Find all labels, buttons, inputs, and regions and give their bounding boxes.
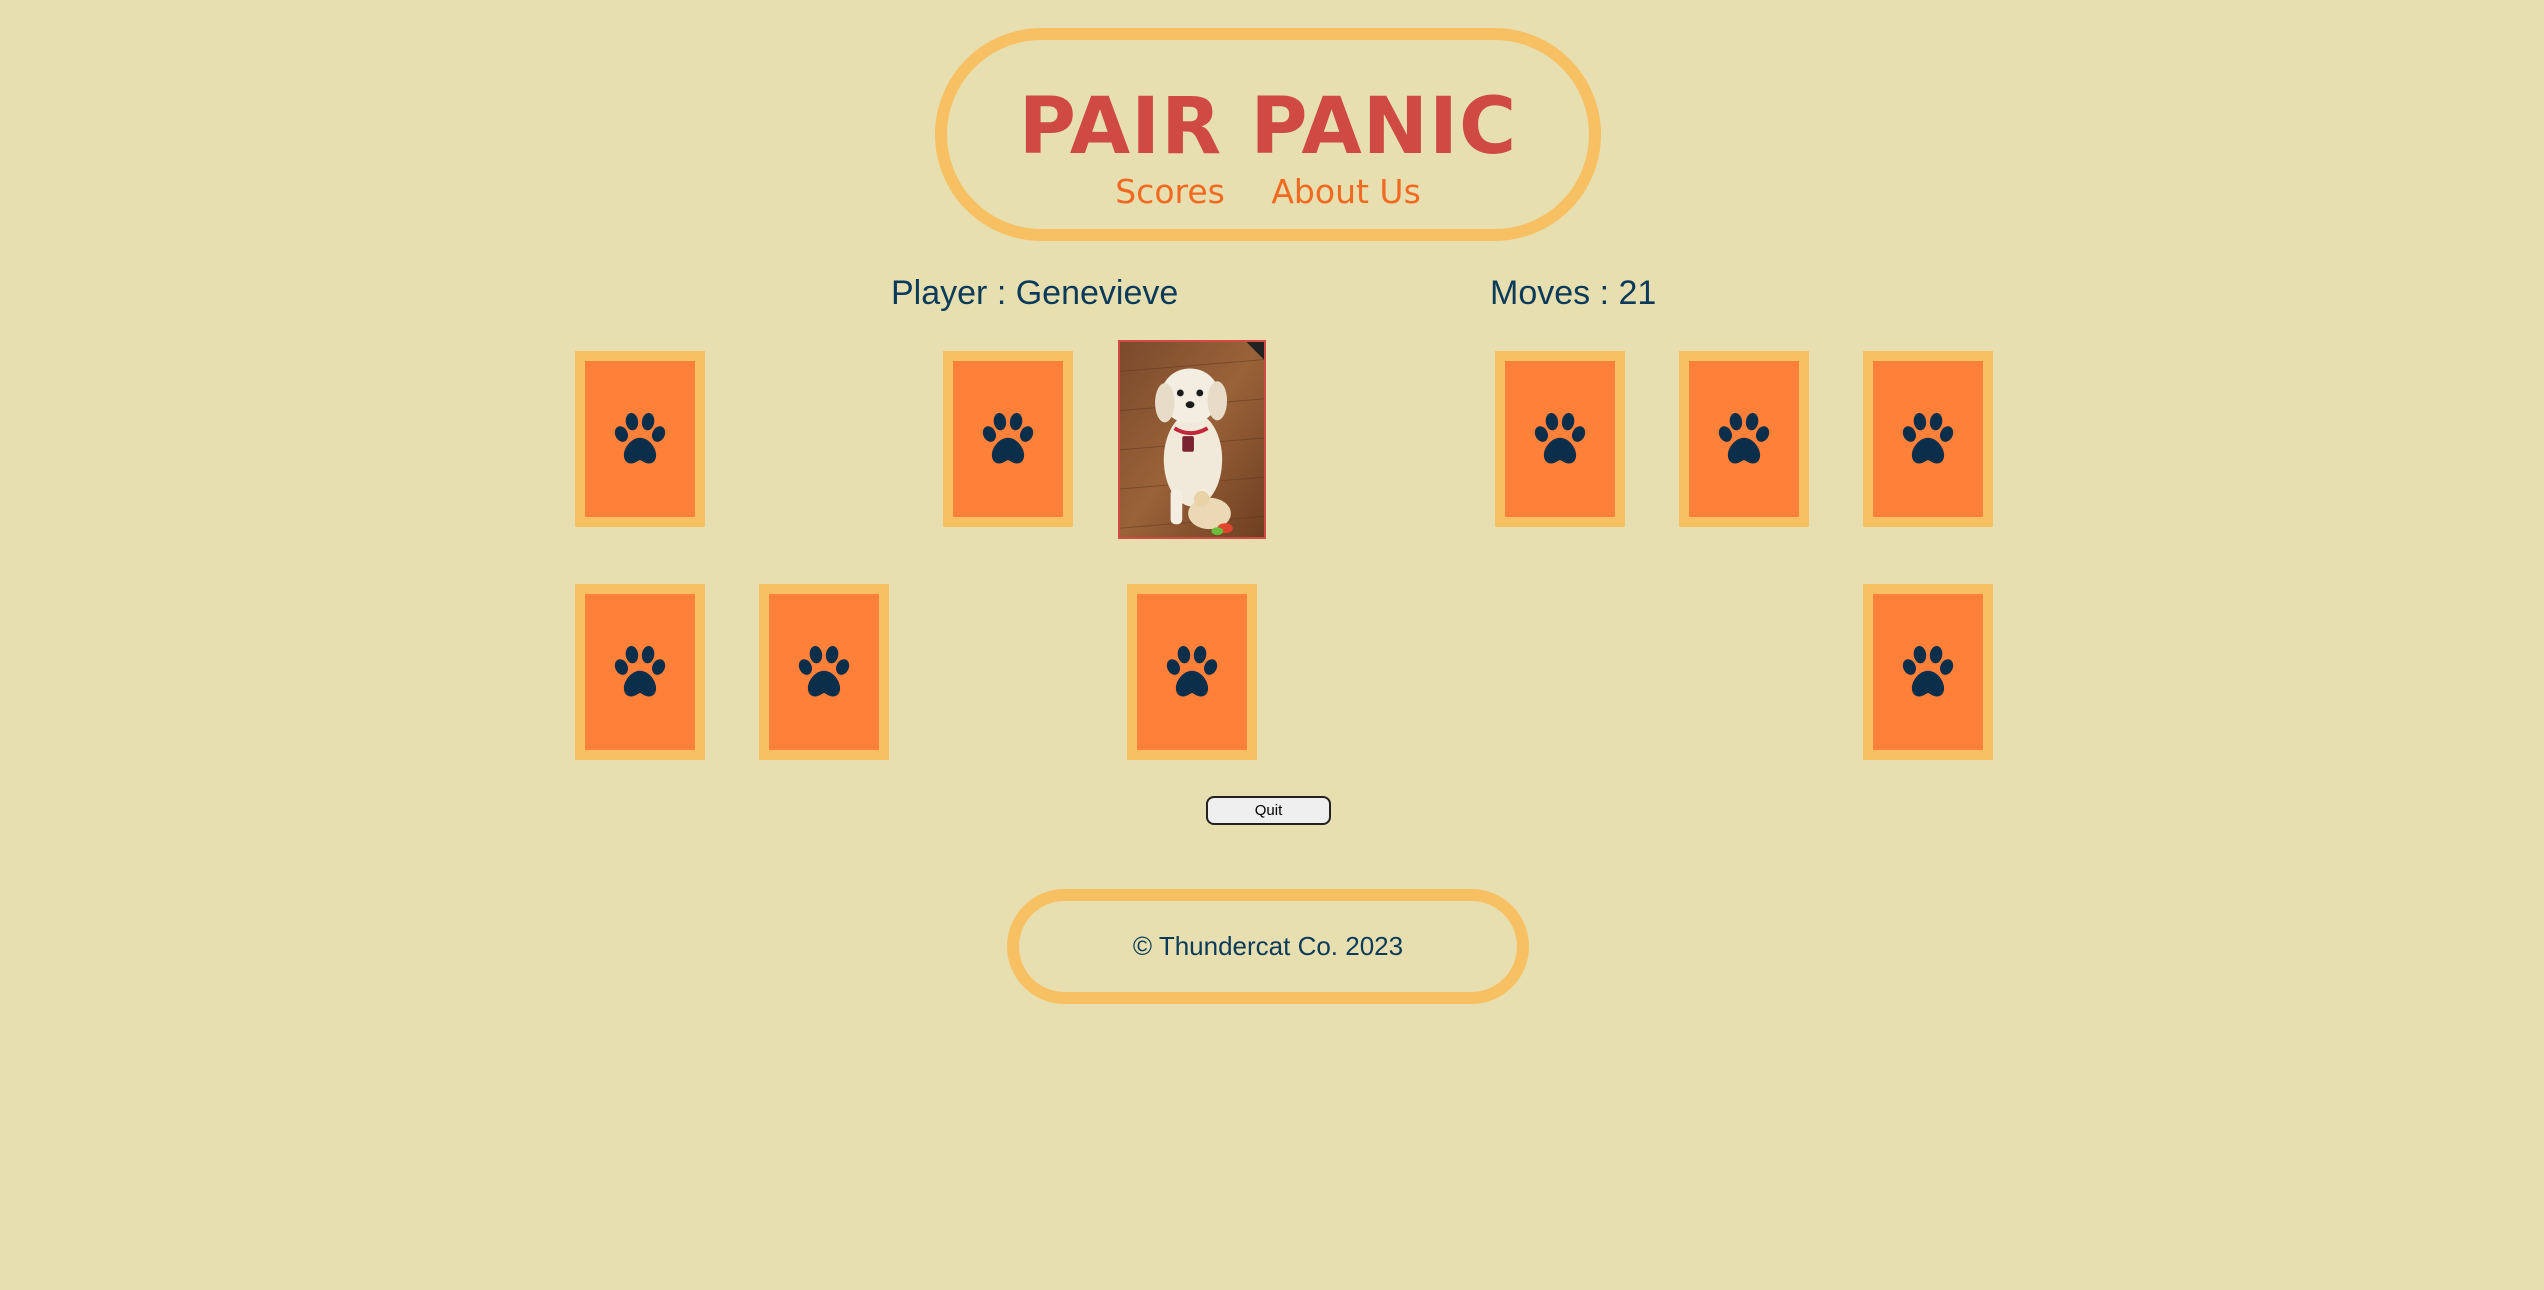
footer: © Thundercat Co. 2023 [1007,889,1529,1004]
paw-icon [1166,646,1218,697]
face-down-card[interactable] [1127,584,1257,760]
face-down-card[interactable] [1863,584,1993,760]
paw-icon [1534,413,1586,464]
paw-icon [1902,646,1954,697]
paw-icon [1902,413,1954,464]
face-down-card[interactable] [575,584,705,760]
header-banner: PAIR PANIC Scores About Us [935,28,1601,241]
nav-link-about-us[interactable]: About Us [1271,172,1420,211]
paw-icon [798,646,850,697]
nav-link-scores[interactable]: Scores [1115,172,1225,211]
face-down-card[interactable] [1495,351,1625,527]
quit-button[interactable]: Quit [1206,796,1331,825]
face-down-card[interactable] [575,351,705,527]
face-down-card[interactable] [943,351,1073,527]
paw-icon [614,413,666,464]
paw-icon [1718,413,1770,464]
dog-photo-image [1120,342,1264,537]
face-down-card[interactable] [1679,351,1809,527]
page-title: PAIR PANIC [1018,82,1518,172]
face-down-card[interactable] [1863,351,1993,527]
copyright-text: © Thundercat Co. 2023 [1132,931,1404,961]
paw-icon [982,413,1034,464]
revealed-card-dog-photo[interactable] [1118,340,1266,539]
moves-counter: Moves : 21 [1490,274,1657,312]
player-name: Player : Genevieve [891,274,1179,312]
face-down-card[interactable] [759,584,889,760]
paw-icon [614,646,666,697]
nav-bar: Scores About Us [947,172,1589,212]
